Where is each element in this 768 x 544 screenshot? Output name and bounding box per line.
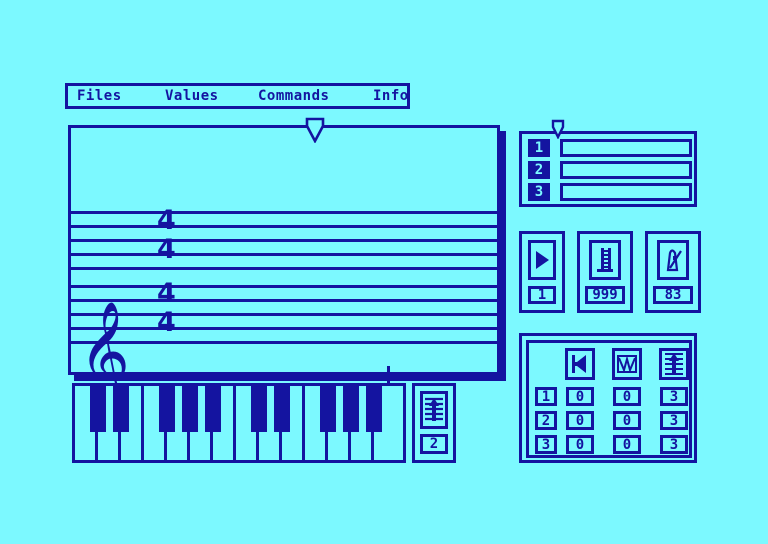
staff-line [71,313,497,316]
staff-line [71,239,497,242]
score-panel-shadow-bottom [74,375,506,381]
staff-up-arrow-icon[interactable] [659,348,689,380]
metronome-scale-icon[interactable] [589,240,621,280]
track-number-badge[interactable]: 3 [528,183,550,201]
mixer-inner-frame: 1 0 0 3 2 0 0 3 3 0 0 3 [526,340,692,458]
keyboard-side-value[interactable]: 2 [420,434,448,454]
score-panel-shadow-right [500,131,506,381]
score-panel[interactable]: 𝄞 𝄢 4 4 4 4 [68,125,500,459]
tuning-pendulum-icon[interactable] [657,240,689,280]
menu-item-values[interactable]: Values [165,88,219,104]
mixer-cell-volume[interactable]: 0 [566,387,594,406]
treble-time-signature-numerator: 4 [157,205,176,236]
menu-bar: Files Values Commands Info [65,83,410,109]
staff-line [71,225,497,228]
staff-line [71,327,497,330]
tracks-panel: 1 2 3 [519,131,697,207]
treble-time-signature-denominator: 4 [157,234,176,265]
track-number-badge[interactable]: 2 [528,161,550,179]
staff-up-arrow-icon[interactable] [420,391,448,429]
tempo-control-group[interactable]: 999 [577,231,633,313]
bass-time-signature-denominator: 4 [157,307,176,338]
piano-black-key[interactable] [274,386,290,432]
piano-black-key[interactable] [182,386,198,432]
piano-black-key[interactable] [90,386,106,432]
treble-clef-icon: 𝄞 [79,301,130,401]
tuning-value[interactable]: 83 [653,286,693,304]
staff-line [71,341,497,344]
tracks-position-marker[interactable] [550,119,566,139]
menu-item-files[interactable]: Files [77,88,122,104]
tuning-control-group[interactable]: 83 [645,231,701,313]
piano-black-key[interactable] [159,386,175,432]
track-name-field[interactable] [560,161,692,179]
piano-black-key[interactable] [113,386,129,432]
mixer-cell-envelope[interactable]: 0 [613,411,641,430]
mixer-cell-transpose[interactable]: 3 [660,387,688,406]
mixer-row-label[interactable]: 3 [535,435,557,454]
piano-black-key[interactable] [366,386,382,432]
mixer-cell-transpose[interactable]: 3 [660,435,688,454]
mixer-cell-volume[interactable]: 0 [566,411,594,430]
staff-line [71,285,497,288]
play-control-group[interactable]: 1 [519,231,565,313]
mixer-panel: 1 0 0 3 2 0 0 3 3 0 0 3 [519,333,697,463]
speaker-volume-icon[interactable] [565,348,595,380]
staff-line [71,267,497,270]
play-value[interactable]: 1 [528,286,556,304]
mixer-cell-transpose[interactable]: 3 [660,411,688,430]
piano-keyboard[interactable] [72,383,406,463]
mixer-cell-envelope[interactable]: 0 [613,387,641,406]
keyboard-side-panel[interactable]: 2 [412,383,456,463]
score-position-marker[interactable] [304,117,326,143]
app-window: Files Values Commands Info 𝄞 𝄢 4 4 4 4 [0,0,768,544]
mixer-row-label[interactable]: 2 [535,411,557,430]
menu-item-info[interactable]: Info [373,88,409,104]
track-name-field[interactable] [560,183,692,201]
play-icon[interactable] [528,240,556,280]
staff-line [71,253,497,256]
piano-black-key[interactable] [251,386,267,432]
staff-line [71,211,497,214]
menu-item-commands[interactable]: Commands [258,88,329,104]
mixer-cell-envelope[interactable]: 0 [613,435,641,454]
bass-time-signature-numerator: 4 [157,278,176,309]
piano-black-key[interactable] [343,386,359,432]
piano-black-key[interactable] [320,386,336,432]
envelope-waveform-icon[interactable] [612,348,642,380]
track-number-badge[interactable]: 1 [528,139,550,157]
mixer-cell-volume[interactable]: 0 [566,435,594,454]
piano-black-key[interactable] [205,386,221,432]
mixer-row-label[interactable]: 1 [535,387,557,406]
staff-line [71,299,497,302]
tempo-value[interactable]: 999 [585,286,625,304]
track-name-field[interactable] [560,139,692,157]
